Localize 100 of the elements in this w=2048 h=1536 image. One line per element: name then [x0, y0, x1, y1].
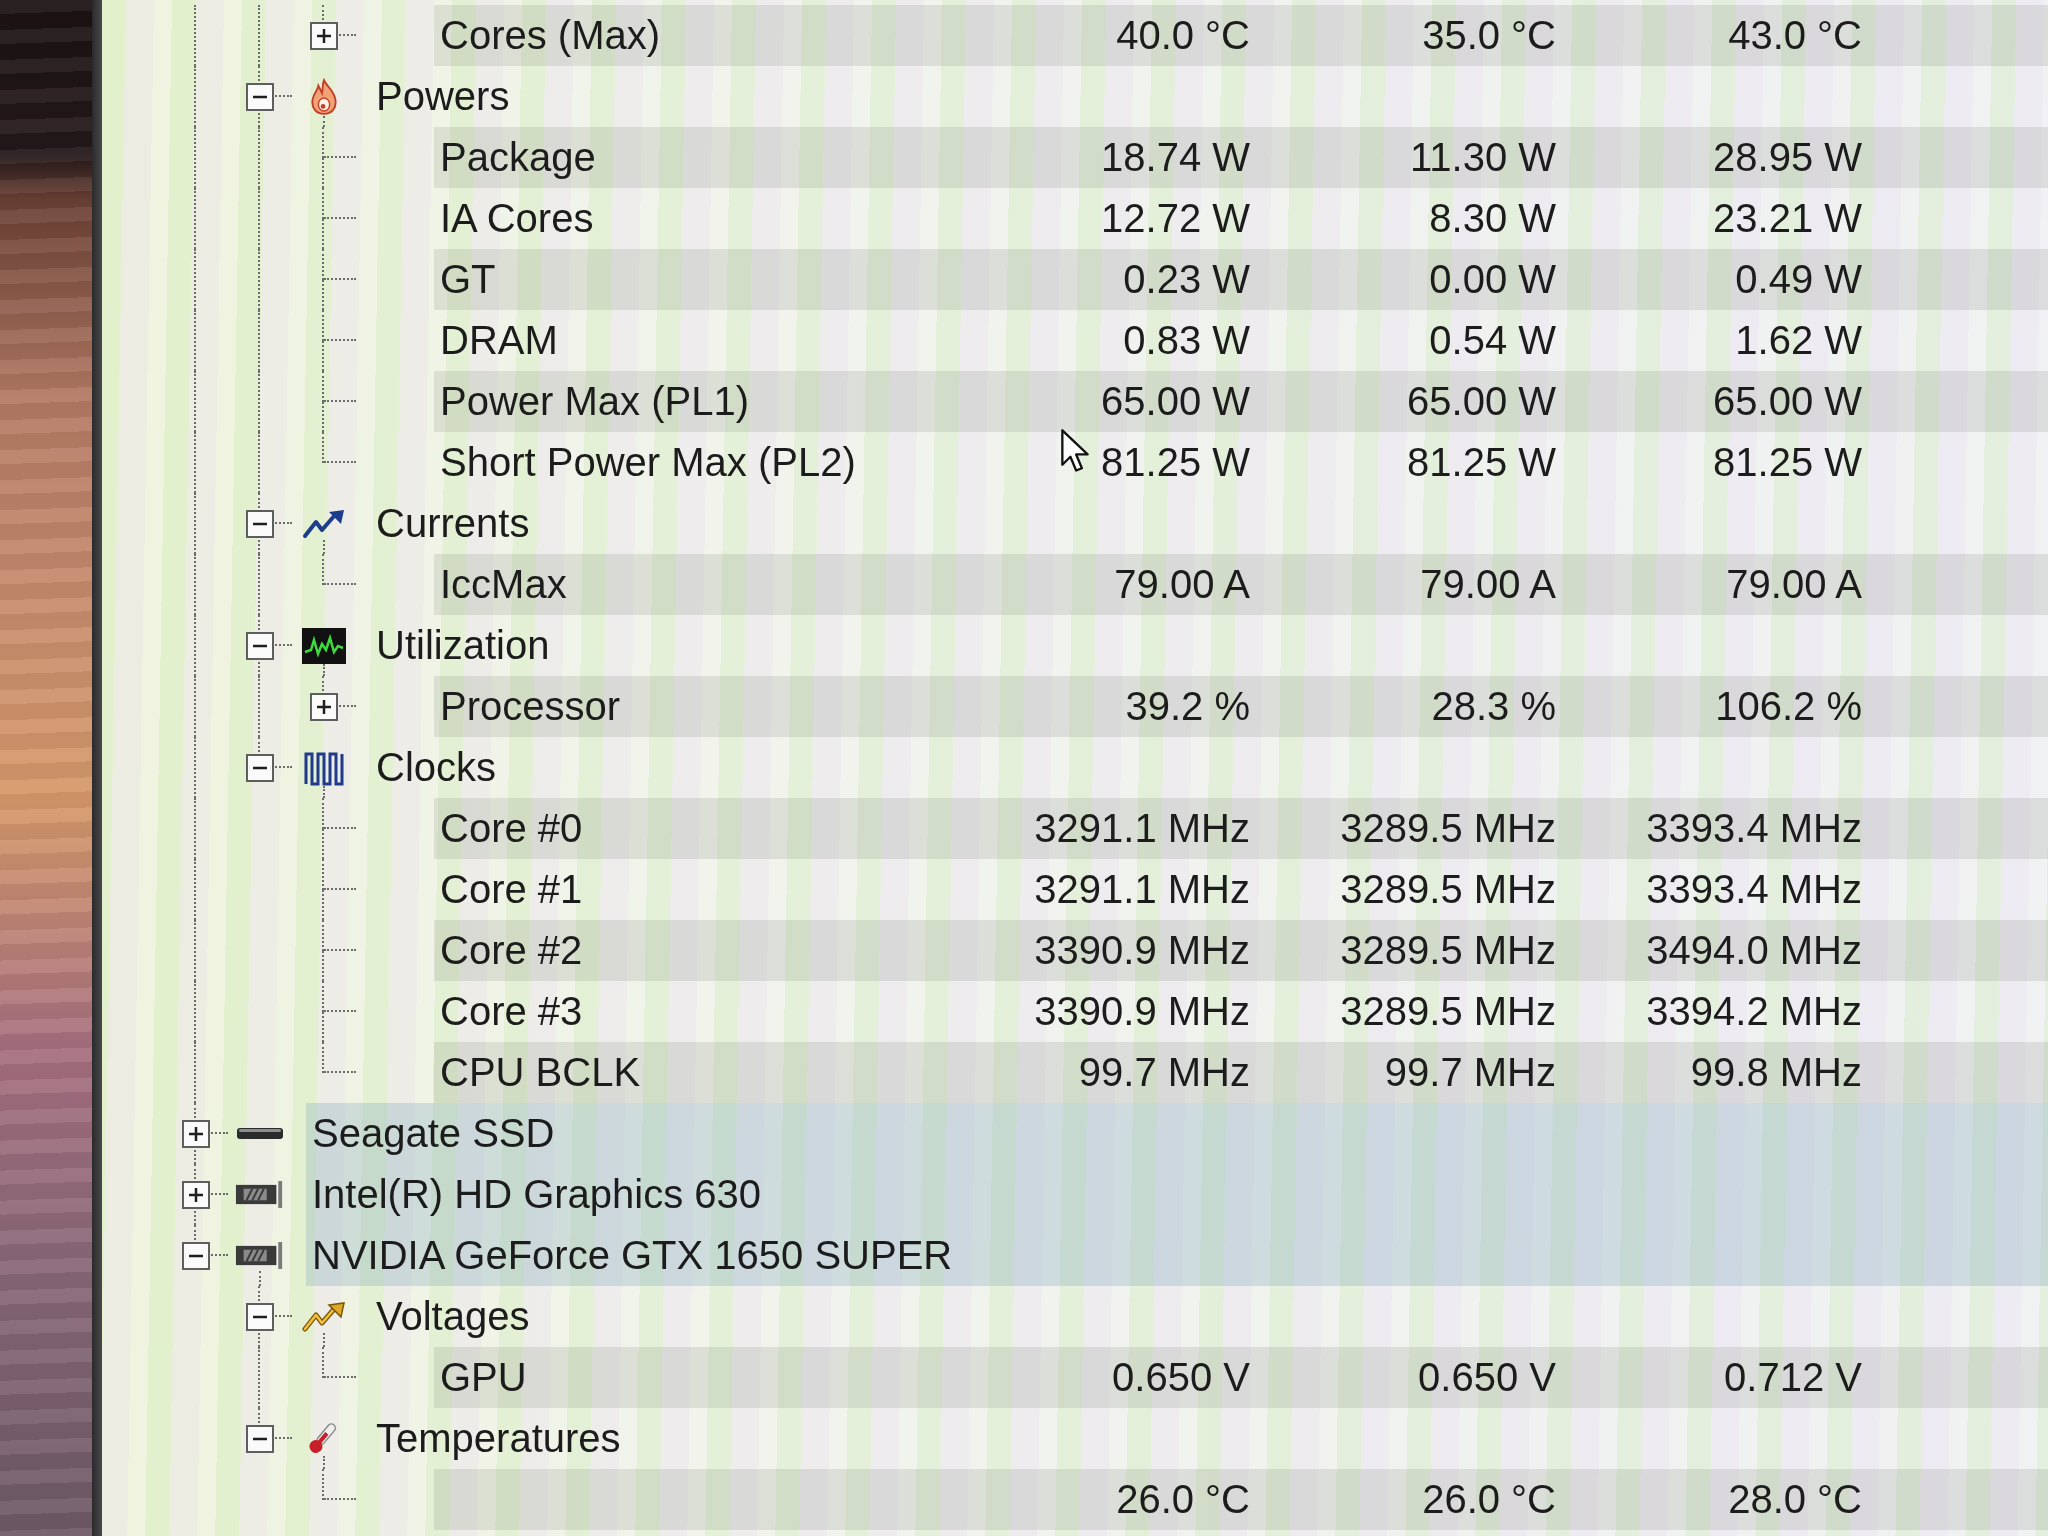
plus-icon[interactable]: [310, 21, 338, 50]
tree-row[interactable]: Core #0 3291.1 MHz 3289.5 MHz 3393.4 MHz: [434, 798, 2048, 859]
sensor-value: 0.712 V: [1724, 1355, 1862, 1400]
sensor-value: 3393.4 MHz: [1646, 806, 1862, 851]
sensor-name: Core #0: [440, 806, 583, 851]
sensor-value: 26.0 °C: [1116, 1477, 1250, 1522]
tree-row[interactable]: 26.0 °C 26.0 °C 28.0 °C: [434, 1469, 2048, 1530]
graphics-card-icon: [235, 1179, 285, 1210]
sensor-value: 39.2 %: [1125, 684, 1250, 729]
sensor-value: 3289.5 MHz: [1340, 867, 1556, 912]
sensor-value: 8.30 W: [1429, 196, 1556, 241]
sensor-name: Cores (Max): [440, 13, 661, 58]
plus-icon[interactable]: [310, 692, 338, 721]
sensor-value: 81.25 W: [1101, 440, 1250, 485]
group-name: Currents: [376, 501, 530, 546]
sensor-value: 81.25 W: [1713, 440, 1862, 485]
sensor-name: CPU BCLK: [440, 1050, 641, 1095]
tree-row[interactable]: Power Max (PL1) 65.00 W 65.00 W 65.00 W: [434, 371, 2048, 432]
tree-row[interactable]: GT 0.23 W 0.00 W 0.49 W: [434, 249, 2048, 310]
minus-icon[interactable]: [246, 1424, 274, 1453]
sensor-name: Power Max (PL1): [440, 379, 749, 424]
minus-icon[interactable]: [246, 509, 274, 538]
sensor-value: 3291.1 MHz: [1034, 806, 1250, 851]
tree-row[interactable]: Processor 39.2 % 28.3 % 106.2 %: [434, 676, 2048, 737]
sensor-value: 3393.4 MHz: [1646, 867, 1862, 912]
device-row[interactable]: Intel(R) HD Graphics 630: [306, 1164, 2048, 1225]
plus-icon[interactable]: [182, 1119, 210, 1148]
sensor-value: 3390.9 MHz: [1034, 989, 1250, 1034]
sensor-value: 1.62 W: [1735, 318, 1862, 363]
sensor-name: Core #1: [440, 867, 583, 912]
minus-icon[interactable]: [182, 1241, 210, 1270]
sensor-name: IccMax: [440, 562, 567, 607]
plus-icon[interactable]: [182, 1180, 210, 1209]
sensor-name: GT: [440, 257, 496, 302]
sensor-value: 99.7 MHz: [1078, 1050, 1250, 1095]
tree-row[interactable]: IccMax 79.00 A 79.00 A 79.00 A: [434, 554, 2048, 615]
sensor-name: Processor: [440, 684, 621, 729]
sensor-value: 79.00 A: [1726, 562, 1862, 607]
group-name: Utilization: [376, 623, 550, 668]
device-name: NVIDIA GeForce GTX 1650 SUPER: [312, 1233, 953, 1278]
tree-row[interactable]: Cores (Max) 40.0 °C 35.0 °C 43.0 °C: [434, 5, 2048, 66]
sensor-value: 0.23 W: [1123, 257, 1250, 302]
sensor-value: 0.00 W: [1429, 257, 1556, 302]
device-row[interactable]: NVIDIA GeForce GTX 1650 SUPER: [306, 1225, 2048, 1286]
sensor-value: 0.650 V: [1418, 1355, 1556, 1400]
minus-icon[interactable]: [246, 631, 274, 660]
group-name: Powers: [376, 74, 510, 119]
sensor-value: 65.00 W: [1407, 379, 1556, 424]
sensor-name: Short Power Max (PL2): [440, 440, 856, 485]
sensor-value: 81.25 W: [1407, 440, 1556, 485]
device-row[interactable]: Seagate SSD: [306, 1103, 2048, 1164]
sensor-value: 23.21 W: [1713, 196, 1862, 241]
sensor-value: 26.0 °C: [1422, 1477, 1556, 1522]
sensor-value: 0.650 V: [1112, 1355, 1250, 1400]
minus-icon[interactable]: [246, 753, 274, 782]
zigzag-arrow-icon: [302, 1300, 346, 1333]
sensor-value: 12.72 W: [1101, 196, 1250, 241]
sensor-value: 0.49 W: [1735, 257, 1862, 302]
sensor-value: 28.95 W: [1713, 135, 1862, 180]
sensor-value: 3289.5 MHz: [1340, 928, 1556, 973]
sensor-value: 0.54 W: [1429, 318, 1556, 363]
flame-icon: [309, 77, 339, 116]
sensor-value: 79.00 A: [1114, 562, 1250, 607]
minus-icon[interactable]: [246, 82, 274, 111]
sensor-value: 3291.1 MHz: [1034, 867, 1250, 912]
tree-row[interactable]: GPU 0.650 V 0.650 V 0.712 V: [434, 1347, 2048, 1408]
minus-icon[interactable]: [246, 1302, 274, 1331]
drive-icon: [236, 1127, 284, 1140]
tree-row[interactable]: CPU BCLK 99.7 MHz 99.7 MHz 99.8 MHz: [434, 1042, 2048, 1103]
sensor-value: 65.00 W: [1101, 379, 1250, 424]
sensor-value: 28.0 °C: [1728, 1477, 1862, 1522]
sensor-value: 3494.0 MHz: [1646, 928, 1862, 973]
cursor-icon: [1060, 428, 1090, 474]
sensor-value: 79.00 A: [1420, 562, 1556, 607]
sensor-name: Core #3: [440, 989, 583, 1034]
sensor-name: Package: [440, 135, 596, 180]
zigzag-arrow-icon: [302, 507, 346, 540]
group-name: Clocks: [376, 745, 497, 790]
sensor-value: 3289.5 MHz: [1340, 989, 1556, 1034]
sensor-value: 3289.5 MHz: [1340, 806, 1556, 851]
sensor-value: 40.0 °C: [1116, 13, 1250, 58]
sensor-name: IA Cores: [440, 196, 594, 241]
sensor-value: 35.0 °C: [1422, 13, 1556, 58]
sensor-value: 65.00 W: [1713, 379, 1862, 424]
sensor-value: 99.7 MHz: [1384, 1050, 1556, 1095]
device-name: Seagate SSD: [312, 1111, 555, 1156]
graphics-card-icon: [235, 1240, 285, 1271]
tree-row[interactable]: Package 18.74 W 11.30 W 28.95 W: [434, 127, 2048, 188]
device-name: Intel(R) HD Graphics 630: [312, 1172, 762, 1217]
sensor-value: 43.0 °C: [1728, 13, 1862, 58]
sensor-value: 0.83 W: [1123, 318, 1250, 363]
sensor-value: 3390.9 MHz: [1034, 928, 1250, 973]
group-name: Voltages: [376, 1294, 530, 1339]
activity-graph-icon: [302, 627, 346, 664]
sensor-value: 11.30 W: [1410, 135, 1556, 180]
sensor-name: Core #2: [440, 928, 583, 973]
group-name: Temperatures: [376, 1416, 621, 1461]
tree-row[interactable]: Core #2 3390.9 MHz 3289.5 MHz 3494.0 MHz: [434, 920, 2048, 981]
sensor-value: 106.2 %: [1715, 684, 1862, 729]
sensor-name: GPU: [440, 1355, 527, 1400]
